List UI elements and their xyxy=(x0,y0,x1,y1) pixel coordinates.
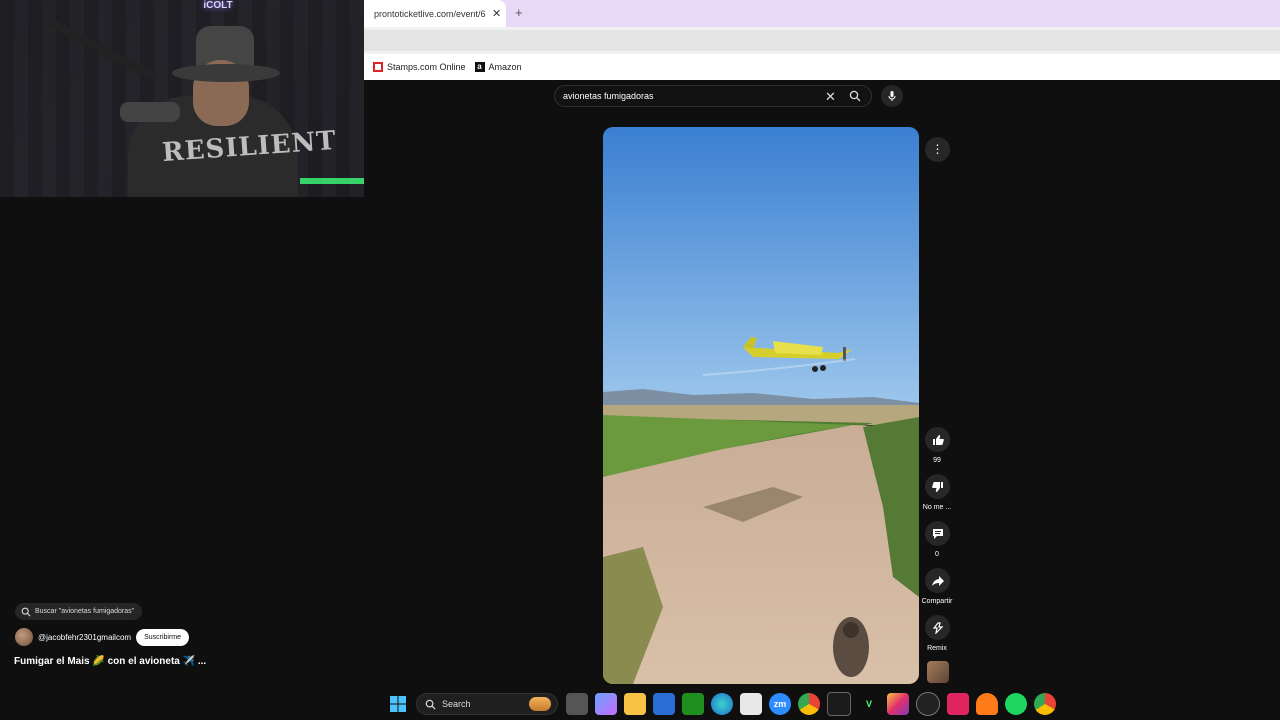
vectorworks-icon[interactable]: V xyxy=(858,693,880,715)
subscribe-button[interactable]: Suscribirme xyxy=(136,628,190,646)
search-highlight-icon xyxy=(529,697,551,711)
thumbs-down-icon xyxy=(931,481,943,492)
channel-row: @jacobfehr2301gmailcom Suscribirme xyxy=(15,628,190,646)
tiktok-icon[interactable] xyxy=(947,693,969,715)
like-button[interactable] xyxy=(925,427,950,452)
tab-bar: prontoticketlive.com/event/68... ✕ + xyxy=(364,0,1280,27)
share-icon xyxy=(931,575,944,586)
remix-button[interactable] xyxy=(925,615,950,640)
search-suggestion-chip[interactable]: Buscar "avionetas fumigadoras" xyxy=(15,603,143,620)
search-input[interactable]: avionetas fumigadoras ✕ xyxy=(554,85,872,107)
voice-search-button[interactable] xyxy=(881,85,903,107)
share-button[interactable] xyxy=(925,568,950,593)
remix-label: Remix xyxy=(927,645,947,652)
search-icon[interactable] xyxy=(849,90,861,102)
notepad-icon[interactable] xyxy=(740,693,762,715)
close-tab-icon[interactable]: ✕ xyxy=(492,7,501,20)
search-chip-label: Buscar "avionetas fumigadoras" xyxy=(35,608,135,615)
thumbs-up-icon xyxy=(932,434,944,445)
amazon-icon: a xyxy=(474,62,485,72)
obs-icon[interactable] xyxy=(916,692,940,716)
taskbar-search-label: Search xyxy=(442,699,471,709)
bookmark-label: Stamps.com Online xyxy=(387,62,466,72)
channel-name[interactable]: @jacobfehr2301gmailcom xyxy=(38,633,131,642)
tab-title: prontoticketlive.com/event/68... xyxy=(374,8,486,19)
spotify-icon[interactable] xyxy=(1005,693,1027,715)
address-field[interactable] xyxy=(364,30,1280,51)
webcam-overlay: iCOLT RESILIENT xyxy=(0,0,364,197)
windows-icon xyxy=(390,696,406,712)
chrome-icon[interactable] xyxy=(798,693,820,715)
comments-button[interactable] xyxy=(925,521,950,546)
search-icon xyxy=(21,607,31,617)
sound-thumbnail[interactable] xyxy=(927,661,949,683)
bookmarks-bar: Stamps.com Online a Amazon xyxy=(364,54,1280,80)
xbox-icon[interactable] xyxy=(682,693,704,715)
stamps-icon xyxy=(373,62,383,72)
search-icon xyxy=(425,699,436,710)
bookmark-label: Amazon xyxy=(488,62,522,72)
new-tab-button[interactable]: + xyxy=(515,5,523,20)
neon-strip xyxy=(300,178,364,184)
share-label: Compartir xyxy=(921,598,953,605)
bookmark-stamps[interactable]: Stamps.com Online xyxy=(373,62,466,72)
store-icon[interactable] xyxy=(653,693,675,715)
edge-icon[interactable] xyxy=(711,693,733,715)
video-frame xyxy=(603,127,919,684)
dislike-button[interactable] xyxy=(925,474,950,499)
taskbar-search[interactable]: Search xyxy=(416,693,558,715)
file-explorer-icon[interactable] xyxy=(624,693,646,715)
search-query: avionetas fumigadoras xyxy=(563,91,654,101)
copilot-icon[interactable] xyxy=(595,693,617,715)
comment-icon xyxy=(932,528,943,539)
bookmark-amazon[interactable]: a Amazon xyxy=(474,62,522,72)
remix-icon xyxy=(932,621,943,634)
hat-brim xyxy=(172,64,280,82)
taskbar: Search zm V xyxy=(387,690,1063,718)
shorts-video[interactable] xyxy=(603,127,919,684)
zoom-icon[interactable]: zm xyxy=(769,693,791,715)
microphone-icon xyxy=(888,91,896,101)
more-options-button[interactable]: ⋮ xyxy=(925,137,950,162)
comments-count: 0 xyxy=(935,551,939,558)
dislike-label: No me ... xyxy=(922,504,952,511)
video-title[interactable]: Fumigar el Mais 🌽 con el avioneta ✈️ ... xyxy=(14,656,206,667)
like-count: 99 xyxy=(933,457,941,464)
clear-search-icon[interactable]: ✕ xyxy=(825,89,836,105)
task-view-icon[interactable] xyxy=(566,693,588,715)
capcut-icon[interactable] xyxy=(827,692,851,716)
instagram-icon[interactable] xyxy=(887,693,909,715)
neon-sign: iCOLT xyxy=(203,0,233,11)
start-button[interactable] xyxy=(387,693,409,715)
chrome-profile-icon[interactable] xyxy=(1034,693,1056,715)
cloud-app-icon[interactable] xyxy=(976,693,998,715)
microphone xyxy=(120,102,180,122)
browser-tab[interactable]: prontoticketlive.com/event/68... ✕ xyxy=(364,0,506,27)
channel-avatar[interactable] xyxy=(15,628,33,646)
address-bar xyxy=(364,27,1280,54)
